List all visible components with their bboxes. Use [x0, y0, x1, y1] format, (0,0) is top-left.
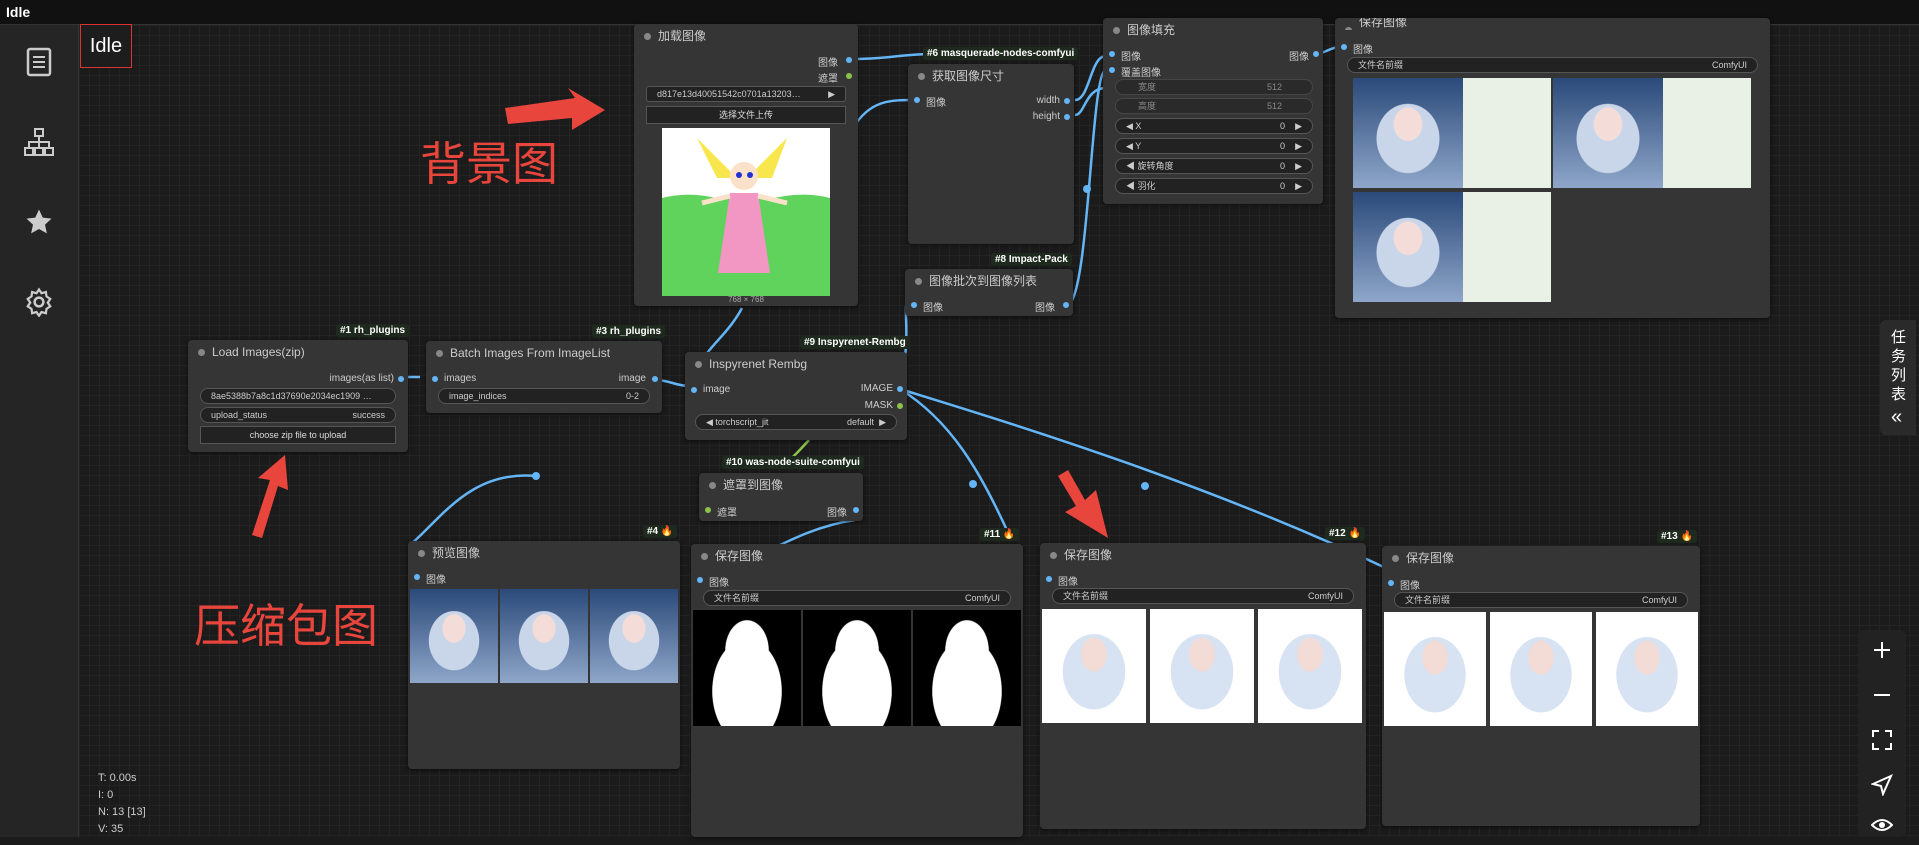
chevron-left-icon: «: [1891, 406, 1903, 428]
zoom-controls: [1858, 630, 1906, 837]
plus-icon[interactable]: [1858, 630, 1906, 670]
fit-view-icon[interactable]: [1858, 720, 1906, 760]
minus-icon[interactable]: [1858, 675, 1906, 715]
task-list-label: 任务列表: [1891, 329, 1907, 403]
stat-verts: V: 35: [98, 823, 124, 835]
eye-icon[interactable]: [1858, 805, 1906, 845]
task-list-panel-toggle[interactable]: 任务列表 «: [1880, 320, 1916, 435]
navigate-icon[interactable]: [1858, 765, 1906, 805]
render-stats: T: 0.00s I: 0 N: 13 [13] V: 35: [98, 770, 146, 838]
stat-time: T: 0.00s: [98, 772, 137, 784]
stat-nodes: N: 13 [13]: [98, 806, 146, 818]
stat-iter: I: 0: [98, 789, 114, 801]
annotation-arrows: [252, 88, 1108, 538]
